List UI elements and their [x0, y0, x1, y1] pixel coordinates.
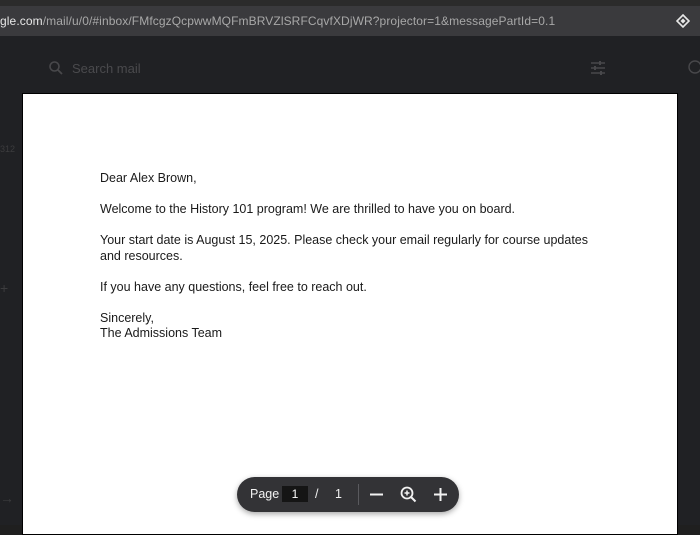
extension-icon[interactable]: [675, 13, 691, 29]
document-paragraph-questions: If you have any questions, feel free to …: [100, 279, 367, 294]
zoom-icon: [400, 486, 417, 503]
toolbar-divider: [358, 484, 359, 505]
tune-icon[interactable]: [590, 60, 606, 76]
left-panel-count: 312: [0, 144, 16, 154]
search-bar[interactable]: Search mail: [40, 52, 620, 84]
page-toolbar: Page / 1: [237, 477, 459, 512]
left-panel-arrow-icon[interactable]: →: [0, 490, 14, 506]
document-greeting: Dear Alex Brown,: [100, 171, 197, 185]
url-text[interactable]: gle.com/mail/u/0/#inbox/FMfcgzQcpwwMQFmB…: [0, 14, 555, 28]
minus-icon: [370, 493, 383, 496]
document-signature: The Admissions Team: [100, 326, 223, 340]
document-paragraph-welcome: Welcome to the History 101 program! We a…: [100, 202, 516, 216]
zoom-out-button[interactable]: [367, 485, 386, 504]
page-label: Page: [250, 487, 280, 501]
left-panel-add-icon[interactable]: +: [0, 280, 8, 296]
search-input[interactable]: Search mail: [72, 61, 141, 76]
document-closing: Sincerely,: [100, 310, 154, 325]
address-bar[interactable]: gle.com/mail/u/0/#inbox/FMfcgzQcpwwMQFmB…: [0, 6, 700, 36]
help-icon[interactable]: [688, 60, 700, 74]
document-paragraph-start-date: Your start date is August 15, 2025. Plea…: [100, 233, 589, 263]
page-separator: /: [315, 487, 319, 501]
page-number-input[interactable]: [282, 486, 308, 502]
zoom-in-button[interactable]: [431, 485, 450, 504]
zoom-reset-button[interactable]: [399, 485, 418, 504]
plus-icon: [434, 488, 447, 501]
document-preview: Dear Alex Brown, Welcome to the History …: [22, 93, 678, 535]
url-domain: gle.com: [0, 14, 43, 28]
search-icon[interactable]: [48, 60, 64, 76]
document-body: Dear Alex Brown, Welcome to the History …: [100, 171, 600, 342]
url-path: /mail/u/0/#inbox/FMfcgzQcpwwMQFmBRVZlSRF…: [42, 14, 556, 28]
page-total: 1: [335, 487, 342, 501]
